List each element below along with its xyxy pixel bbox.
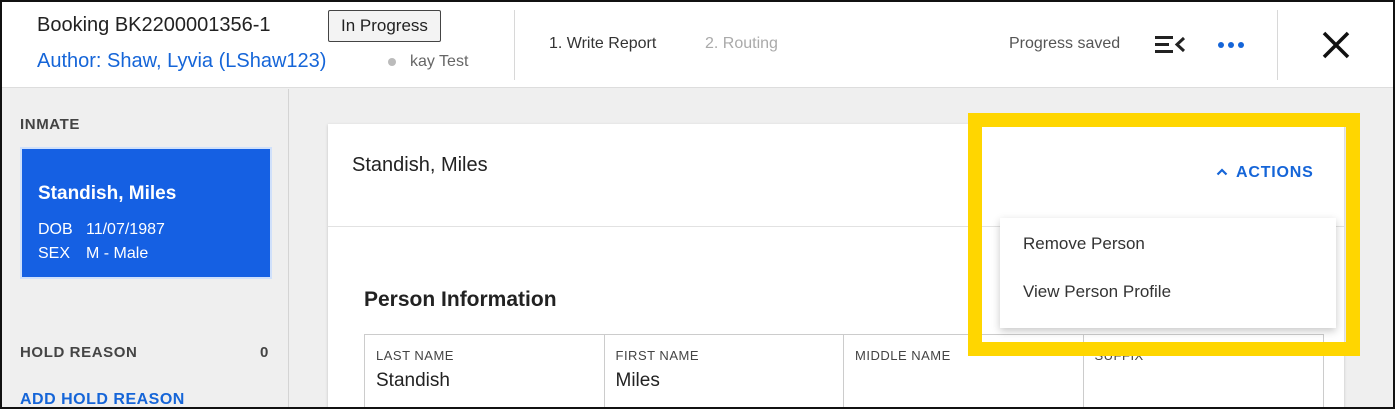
inmate-name: Standish, Miles [38, 183, 177, 204]
collapse-list-icon[interactable] [1154, 32, 1186, 58]
person-information-heading: Person Information [364, 288, 557, 311]
inmate-sex-row: SEX M - Male [38, 245, 148, 263]
header-divider [1277, 10, 1278, 80]
field-label: SUFFIX [1094, 348, 1144, 363]
app-window: Booking BK2200001356-1 In Progress Autho… [0, 0, 1395, 409]
progress-saved-status: Progress saved [1009, 35, 1121, 52]
hold-reason-count: 0 [260, 344, 269, 361]
inmate-card[interactable]: Standish, Miles DOB 11/07/1987 SEX M - Mal… [20, 147, 272, 279]
header-divider [514, 10, 515, 80]
close-icon[interactable] [1320, 29, 1352, 61]
dob-label: DOB [38, 221, 73, 238]
report-header: Booking BK2200001356-1 In Progress Autho… [2, 2, 1393, 88]
step-routing[interactable]: 2. Routing [705, 35, 778, 53]
actions-menu: Remove Person View Person Profile [1000, 218, 1336, 328]
sex-label: SEX [38, 245, 71, 262]
author-link[interactable]: Author: Shaw, Lyvia (LShaw123) [37, 50, 326, 73]
person-info-grid: LAST NAME Standish FIRST NAME Miles MIDD… [364, 334, 1324, 407]
first-name-field[interactable]: FIRST NAME Miles [605, 335, 844, 407]
field-value: Miles [615, 370, 660, 391]
inmate-heading: INMATE [20, 116, 80, 133]
inmate-dob-row: DOB 11/07/1987 [38, 221, 165, 239]
sub-user-label: kay Test [410, 53, 469, 70]
separator-dot-icon [388, 58, 396, 66]
sex-value: M - Male [86, 245, 149, 262]
chevron-up-icon [1216, 164, 1228, 182]
hold-reason-heading: HOLD REASON [20, 344, 138, 361]
step-write-report[interactable]: 1. Write Report [549, 35, 656, 53]
menu-item-view-person-profile[interactable]: View Person Profile [1023, 282, 1171, 302]
middle-name-field[interactable]: MIDDLE NAME [844, 335, 1084, 407]
menu-item-remove-person[interactable]: Remove Person [1023, 234, 1145, 254]
dob-value: 11/07/1987 [86, 221, 165, 238]
booking-title: Booking BK2200001356-1 [37, 14, 271, 36]
more-options-icon[interactable] [1216, 38, 1246, 50]
field-label: MIDDLE NAME [855, 348, 951, 363]
actions-label: ACTIONS [1236, 164, 1314, 181]
sidebar: INMATE Standish, Miles DOB 11/07/1987 SEX… [2, 89, 289, 407]
actions-button[interactable]: ACTIONS [1216, 164, 1314, 182]
suffix-field[interactable]: SUFFIX [1084, 335, 1324, 407]
add-hold-reason-link[interactable]: ADD HOLD REASON [20, 391, 185, 407]
field-value: Standish [376, 370, 450, 391]
field-label: LAST NAME [376, 348, 454, 363]
field-label: FIRST NAME [615, 348, 699, 363]
last-name-field[interactable]: LAST NAME Standish [365, 335, 605, 407]
status-badge: In Progress [328, 10, 441, 42]
person-card-title: Standish, Miles [352, 154, 488, 176]
